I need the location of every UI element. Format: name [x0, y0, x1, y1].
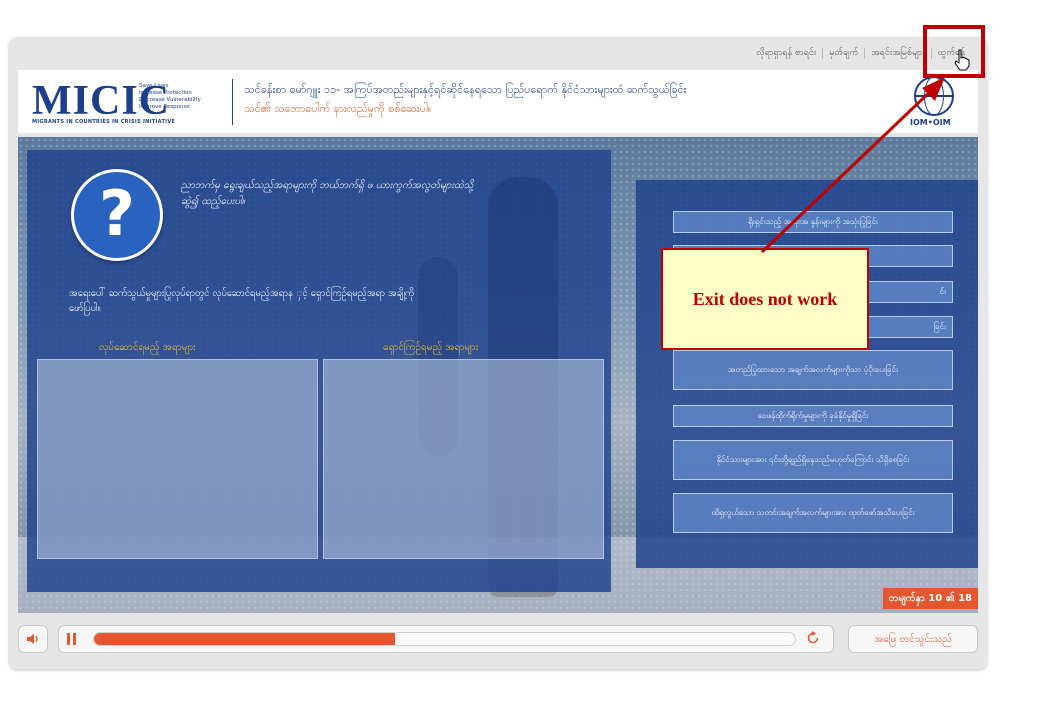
course-player: လိုရာရှာရန် စာရင်း မှတ်ချက် အရင်းအမြစ်မျ… [9, 25, 987, 669]
module-title: သင်ခန်းစာ မော်ဂျူး ၁၁- အကြပ်အတည်းများနှင… [244, 83, 687, 96]
pause-icon [67, 633, 76, 645]
question-text: အရေးပေါ် ဆက်သွယ်မှုများပြုလုပ်ရာတွင် လုပ… [69, 288, 415, 314]
iom-logo: IOM•OIM [906, 76, 966, 130]
progress-fill [94, 633, 396, 645]
speaker-icon [27, 634, 38, 644]
drop-zone-do[interactable] [37, 359, 318, 559]
annotation-callout: Exit does not work [661, 248, 869, 350]
drag-option[interactable]: ဝေဖန်ထိုက်ရိုက်မှုများကို ခုခံနိုင်မှုရှ… [673, 405, 953, 427]
header-divider [232, 79, 233, 125]
iom-label: IOM•OIM [910, 118, 951, 127]
logo-subtitle: MIGRANTS IN COUNTRIES IN CRISIS INITIATI… [32, 119, 176, 125]
logo-tagline: Save Lives Increase Protection Decrease … [139, 83, 201, 110]
column-heading-do: လုပ်ဆောင်ရမည့် အရာများ [99, 342, 196, 353]
nav-notes-link[interactable]: မှတ်ချက် [823, 47, 864, 60]
instruction-text: ညာဘက်မှ ရွေးချယ်သည့်အရာများကို ဘယ်ဘက်ရှိ… [181, 180, 474, 207]
nav-glossary-link[interactable]: လိုရာရှာရန် စာရင်း [750, 47, 822, 60]
page-counter: တမျက်နှာ 10 ၏ 18 [882, 588, 978, 609]
drag-option[interactable]: အတည်ပြုထားသော အချက်အလက်များကိုသာ ပံ့ပိုး… [673, 350, 953, 390]
replay-button[interactable] [805, 630, 821, 650]
drag-option[interactable]: ထိရှလွယ်သော သတင်းအချက်အလက်များအား ထုတ်ဖေ… [673, 493, 953, 533]
replay-icon [807, 631, 819, 644]
nav-resources-link[interactable]: အရင်းအမြစ်များ [865, 47, 930, 60]
drag-option[interactable]: နိုင်ငံသားများအား ၎င်းတို့ချည်ရှိနေသည်မဟ… [673, 440, 953, 480]
drag-drop-panel: ? ညာဘက်မှ ရွေးချယ်သည့်အရာများကို ဘယ်ဘက်ရ… [27, 150, 611, 592]
module-subtitle: သင်၏ သဘောပေါက် နားလည်မှုကို စစ်ဆေးပါ။ [244, 102, 432, 115]
pause-button[interactable] [67, 633, 77, 648]
course-header: MICIC Save Lives Increase Protection Dec… [18, 70, 978, 133]
submit-button[interactable]: အဖြေ တင်သွင်းသည် [848, 625, 978, 653]
mute-button[interactable] [18, 625, 48, 653]
hand-cursor-icon [954, 49, 970, 71]
playback-controls: အဖြေ တင်သွင်းသည် [18, 625, 978, 655]
options-panel: ရိုးရှင်းသည့် အသုံးအ နှုန်းများကို အသုံး… [636, 180, 978, 568]
progress-bar-container [58, 625, 834, 653]
drop-zone-avoid[interactable] [323, 359, 604, 559]
column-heading-avoid: ရှောင်ကြဉ်ရမည့် အရာများ [383, 342, 479, 353]
micic-logo: MICIC Save Lives Increase Protection Dec… [32, 79, 242, 125]
annotation-text: Exit does not work [692, 288, 838, 309]
activity-stage: ? ညာဘက်မှ ရွေးချယ်သည့်အရာများကို ဘယ်ဘက်ရ… [18, 137, 978, 613]
progress-track[interactable] [93, 632, 796, 646]
question-icon: ? [71, 169, 163, 261]
drag-option[interactable]: ရိုးရှင်းသည့် အသုံးအ နှုန်းများကို အသုံး… [673, 211, 953, 233]
globe-icon [914, 76, 954, 116]
